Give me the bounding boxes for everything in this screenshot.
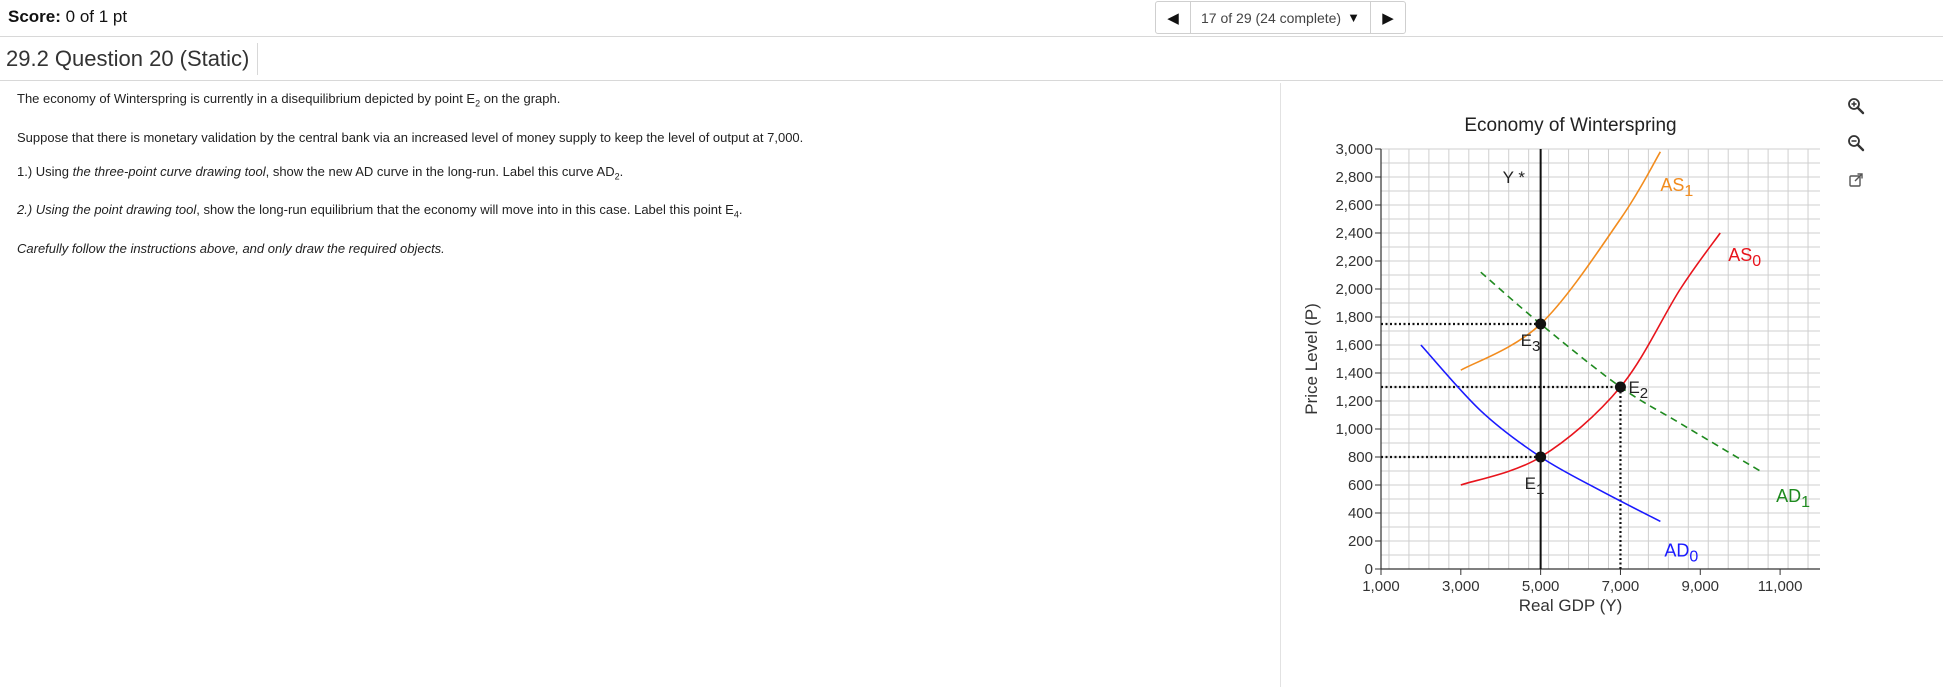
question-progress-dropdown[interactable]: 17 of 29 (24 complete) ▼ bbox=[1190, 2, 1371, 33]
x-tick-label: 5,000 bbox=[1522, 578, 1560, 595]
question-navigator: ◀ 17 of 29 (24 complete) ▼ ▶ bbox=[1155, 1, 1406, 34]
x-tick-label: 3,000 bbox=[1442, 578, 1480, 595]
instructions: The economy of Winterspring is currently… bbox=[17, 91, 1257, 275]
y-tick-label: 400 bbox=[1348, 505, 1373, 522]
y-tick-label: 2,200 bbox=[1335, 253, 1373, 270]
x-axis-label: Real GDP (Y) bbox=[1519, 596, 1623, 615]
curve-label-as0: AS0 bbox=[1728, 245, 1761, 270]
x-tick-label: 1,000 bbox=[1362, 578, 1400, 595]
question-title-bar: 29.2 Question 20 (Static) bbox=[0, 37, 1943, 81]
x-tick-label: 11,000 bbox=[1758, 578, 1803, 595]
score-label: Score: bbox=[8, 7, 61, 26]
y-tick-label: 0 bbox=[1365, 561, 1373, 578]
curve-label-ad1: AD1 bbox=[1776, 486, 1810, 511]
triangle-left-icon: ◀ bbox=[1167, 9, 1179, 27]
y-tick-label: 2,800 bbox=[1335, 169, 1373, 186]
y-tick-label: 1,800 bbox=[1335, 309, 1373, 326]
y-tick-label: 800 bbox=[1348, 449, 1373, 466]
popout-button[interactable] bbox=[1843, 167, 1869, 193]
x-tick-label: 7,000 bbox=[1602, 578, 1640, 595]
next-question-button[interactable]: ▶ bbox=[1371, 2, 1405, 33]
instruction-4: 2.) Using the point drawing tool, show t… bbox=[17, 202, 743, 220]
instruction-5: Carefully follow the instructions above,… bbox=[17, 240, 445, 256]
equilibrium-point-e2 bbox=[1614, 381, 1626, 393]
popout-icon bbox=[1849, 173, 1863, 187]
triangle-down-icon: ▼ bbox=[1347, 10, 1360, 25]
zoom-in-icon bbox=[1848, 98, 1865, 115]
y-tick-label: 2,000 bbox=[1335, 281, 1373, 298]
y-tick-label: 600 bbox=[1348, 477, 1373, 494]
zoom-out-button[interactable] bbox=[1843, 130, 1869, 156]
zoom-in-button[interactable] bbox=[1843, 93, 1869, 119]
x-tick-label: 9,000 bbox=[1681, 578, 1719, 595]
y-tick-label: 3,000 bbox=[1335, 141, 1373, 158]
y-tick-label: 1,600 bbox=[1335, 337, 1373, 354]
triangle-right-icon: ▶ bbox=[1382, 9, 1394, 27]
progress-text: 17 of 29 (24 complete) bbox=[1201, 9, 1342, 26]
zoom-out-icon bbox=[1848, 135, 1865, 152]
potential-output-label: Y * bbox=[1503, 168, 1526, 187]
y-tick-label: 2,600 bbox=[1335, 197, 1373, 214]
y-tick-label: 1,400 bbox=[1335, 365, 1373, 382]
equilibrium-point-e3 bbox=[1535, 318, 1547, 330]
equilibrium-label-e2: E2 bbox=[1628, 378, 1648, 402]
score-value: 0 of 1 pt bbox=[65, 7, 128, 26]
panel-divider bbox=[1280, 83, 1281, 687]
instruction-1: The economy of Winterspring is currently… bbox=[17, 91, 561, 109]
y-axis-label: Price Level (P) bbox=[1302, 303, 1321, 414]
y-tick-label: 2,400 bbox=[1335, 225, 1373, 242]
instruction-2: Suppose that there is monetary validatio… bbox=[17, 129, 804, 145]
y-tick-label: 1,000 bbox=[1335, 421, 1373, 438]
equilibrium-label-e3: E3 bbox=[1521, 331, 1541, 355]
economy-graph[interactable]: 0 200 400 600 800 1,000 1,200 1,400 1,600 1,800 2,… bbox=[1295, 100, 1835, 630]
curve-label-ad0: AD0 bbox=[1664, 540, 1698, 565]
instruction-3: 1.) Using the three-point curve drawing … bbox=[17, 163, 624, 182]
score: Score: 0 of 1 pt bbox=[8, 7, 127, 27]
equilibrium-point-e1 bbox=[1535, 451, 1547, 463]
top-bar: Score: 0 of 1 pt ◀ 17 of 29 (24 complete… bbox=[0, 0, 1943, 37]
y-tick-label: 1,200 bbox=[1335, 393, 1373, 410]
previous-question-button[interactable]: ◀ bbox=[1156, 2, 1190, 33]
chart-title: Economy of Winterspring bbox=[1464, 115, 1676, 136]
y-tick-label: 200 bbox=[1348, 533, 1373, 550]
question-title: 29.2 Question 20 (Static) bbox=[6, 43, 259, 75]
